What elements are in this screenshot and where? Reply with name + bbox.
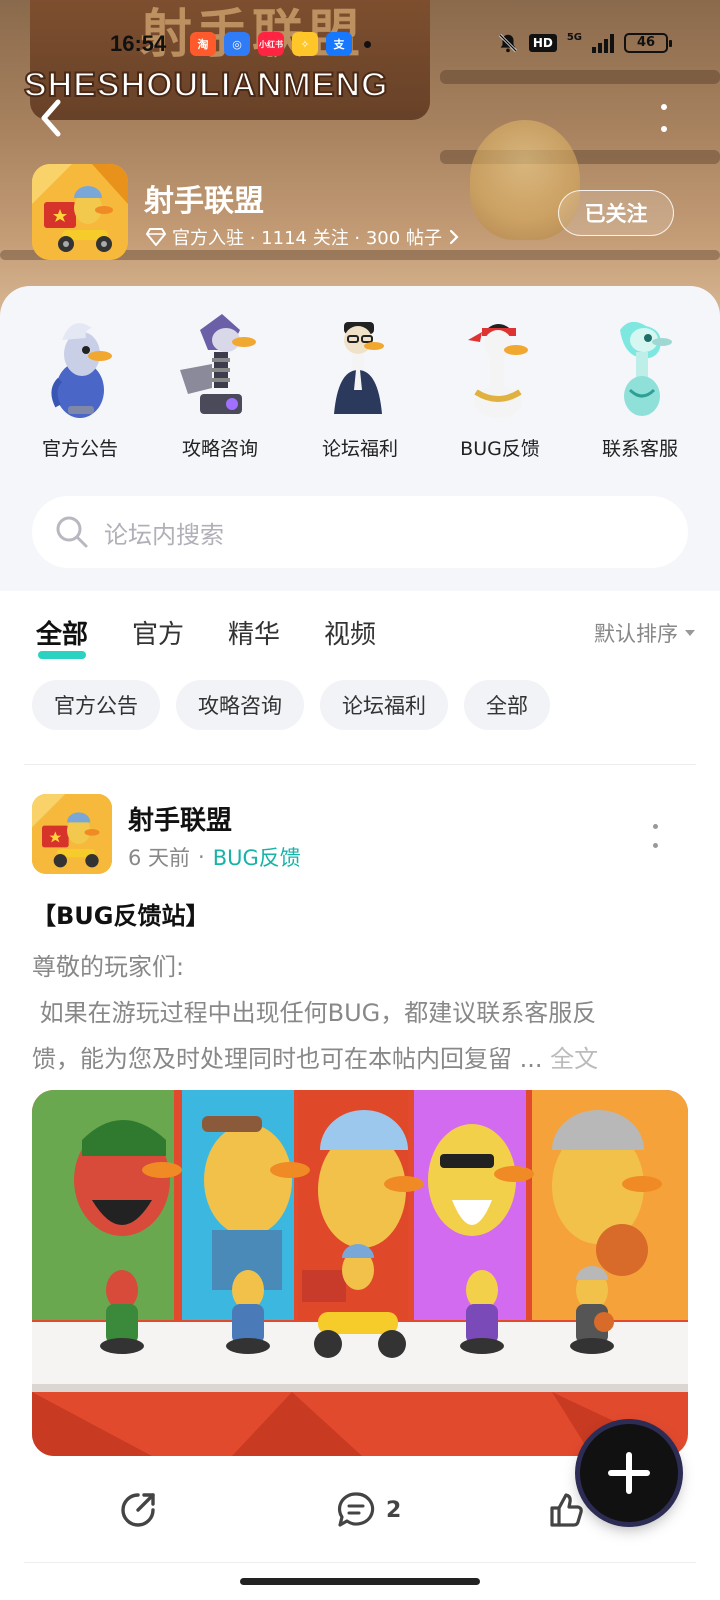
- plus-icon: [608, 1452, 650, 1494]
- post-line-last: 馈，能为您及时处理同时也可在本帖内回复留 ... 全文: [32, 1036, 692, 1082]
- search-input[interactable]: 论坛内搜索: [32, 496, 688, 568]
- chip-all[interactable]: 全部: [464, 680, 550, 730]
- quick-link-official-notice[interactable]: 官方公告: [10, 310, 150, 461]
- share-button[interactable]: [118, 1490, 158, 1530]
- forum-meta[interactable]: 官方入驻 · 1114 关注 · 300 帖子: [146, 224, 460, 250]
- more-notifications-dot: [364, 40, 371, 48]
- diamond-verified-icon: [146, 228, 166, 246]
- quick-link-label: 论坛福利: [321, 438, 398, 460]
- forum-name: 射手联盟: [144, 184, 264, 219]
- delivery-duck-icon: [32, 164, 128, 260]
- create-post-button[interactable]: [580, 1424, 678, 1522]
- quick-link-label: 官方公告: [41, 438, 118, 460]
- search-icon: [56, 516, 88, 548]
- headband-goose-icon: [468, 324, 528, 418]
- hd-badge: HD: [528, 34, 557, 52]
- post-category[interactable]: BUG反馈: [213, 842, 301, 872]
- taobao-icon: 淘: [190, 32, 216, 56]
- xiaohongshu-icon: 小红书: [258, 32, 284, 56]
- tab-featured[interactable]: 精华: [228, 614, 280, 651]
- qq-icon: ◎: [224, 32, 250, 56]
- back-button[interactable]: [32, 96, 72, 140]
- post-meta: 6 天前 · BUG反馈: [128, 842, 301, 872]
- chip-strategy[interactable]: 攻略咨询: [176, 680, 304, 730]
- caret-down-icon: [685, 629, 695, 636]
- comment-button[interactable]: 2: [336, 1490, 401, 1530]
- quick-link-strategy[interactable]: 攻略咨询: [150, 310, 290, 461]
- mech-bird-icon: [180, 314, 256, 414]
- post-title[interactable]: 【BUG反馈站】: [32, 896, 209, 931]
- network-type: 5G: [566, 31, 582, 43]
- forum-meta-text: 官方入驻 · 1114 关注 · 300 帖子: [172, 228, 442, 249]
- more-dot-icon: [661, 126, 667, 132]
- alipay-icon: 支: [326, 32, 352, 56]
- forum-avatar[interactable]: [32, 164, 128, 260]
- quick-links: 官方公告 攻略咨询 论坛福利 BUG反馈 联系客服: [0, 310, 720, 461]
- chevron-right-icon: [449, 229, 459, 245]
- post-time: 6 天前: [128, 846, 191, 870]
- status-right-icons: HD 5G 46: [497, 31, 672, 54]
- chip-benefits[interactable]: 论坛福利: [320, 680, 448, 730]
- thumbs-up-icon: [550, 1493, 583, 1527]
- comment-icon: [337, 1492, 375, 1527]
- more-options-button[interactable]: [652, 100, 676, 136]
- follow-button[interactable]: 已关注: [558, 190, 674, 236]
- quick-link-benefits[interactable]: 论坛福利: [290, 310, 430, 461]
- post-author-avatar[interactable]: [32, 794, 112, 874]
- quick-link-label: 攻略咨询: [181, 438, 258, 460]
- post-tabs: 全部 官方 精华 视频 默认排序: [36, 614, 696, 659]
- tab-all[interactable]: 全部: [36, 614, 88, 659]
- post-line: 馈，能为您及时处理同时也可在本帖内回复留 ...: [32, 1045, 543, 1073]
- more-dot-icon: [661, 104, 667, 110]
- quick-link-label: 联系客服: [601, 438, 678, 460]
- chevron-left-icon: [41, 99, 61, 137]
- comment-count: 2: [386, 1497, 402, 1523]
- meta-separator: ·: [198, 845, 205, 869]
- filter-chips: 官方公告 攻略咨询 论坛福利 全部: [32, 680, 550, 730]
- post-author-name[interactable]: 射手联盟: [128, 800, 232, 837]
- status-app-icons: 淘 ◎ 小红书 ✧ 支: [190, 32, 371, 56]
- more-dot-icon: [652, 843, 658, 848]
- post-excerpt[interactable]: 尊敬的玩家们: 如果在游玩过程中出现任何BUG，都建议联系客服反 馈，能为您及时…: [32, 944, 692, 1082]
- quick-link-bug-report[interactable]: BUG反馈: [430, 310, 570, 461]
- divider: [24, 1562, 696, 1563]
- delivery-duck-icon: [32, 794, 112, 874]
- sort-dropdown[interactable]: 默认排序: [594, 618, 696, 648]
- status-bar: 16:54 淘 ◎ 小红书 ✧ 支 HD 5G 46: [0, 28, 720, 62]
- quick-link-label: BUG反馈: [460, 438, 540, 460]
- gray-bird-icon: [51, 323, 112, 418]
- post-more-button[interactable]: [650, 824, 660, 848]
- game-characters-illustration: [32, 1090, 688, 1456]
- banner-logo-en: SHESHOULIANMENG: [23, 65, 389, 105]
- full-text-link[interactable]: 全文: [550, 1045, 598, 1073]
- share-icon: [121, 1493, 155, 1527]
- diamond-app-icon: ✧: [292, 32, 318, 56]
- chip-official-notice[interactable]: 官方公告: [32, 680, 160, 730]
- post-line: 如果在游玩过程中出现任何BUG，都建议联系客服反: [32, 999, 597, 1027]
- status-time: 16:54: [110, 31, 167, 56]
- home-indicator[interactable]: [240, 1578, 480, 1585]
- search-placeholder: 论坛内搜索: [104, 520, 224, 549]
- like-button[interactable]: [546, 1490, 586, 1530]
- mute-bell-icon: [498, 33, 518, 53]
- battery-icon: 46: [624, 33, 672, 53]
- more-dot-icon: [652, 824, 658, 829]
- tab-official[interactable]: 官方: [132, 614, 184, 651]
- ghost-bird-icon: [620, 321, 672, 416]
- divider: [24, 764, 696, 765]
- sort-label: 默认排序: [594, 621, 678, 646]
- suit-goose-icon: [334, 322, 384, 414]
- quick-link-customer-service[interactable]: 联系客服: [570, 310, 710, 461]
- tab-video[interactable]: 视频: [324, 614, 376, 651]
- post-image[interactable]: [32, 1090, 688, 1456]
- signal-icon: [592, 33, 614, 53]
- post-line: 尊敬的玩家们:: [32, 953, 185, 981]
